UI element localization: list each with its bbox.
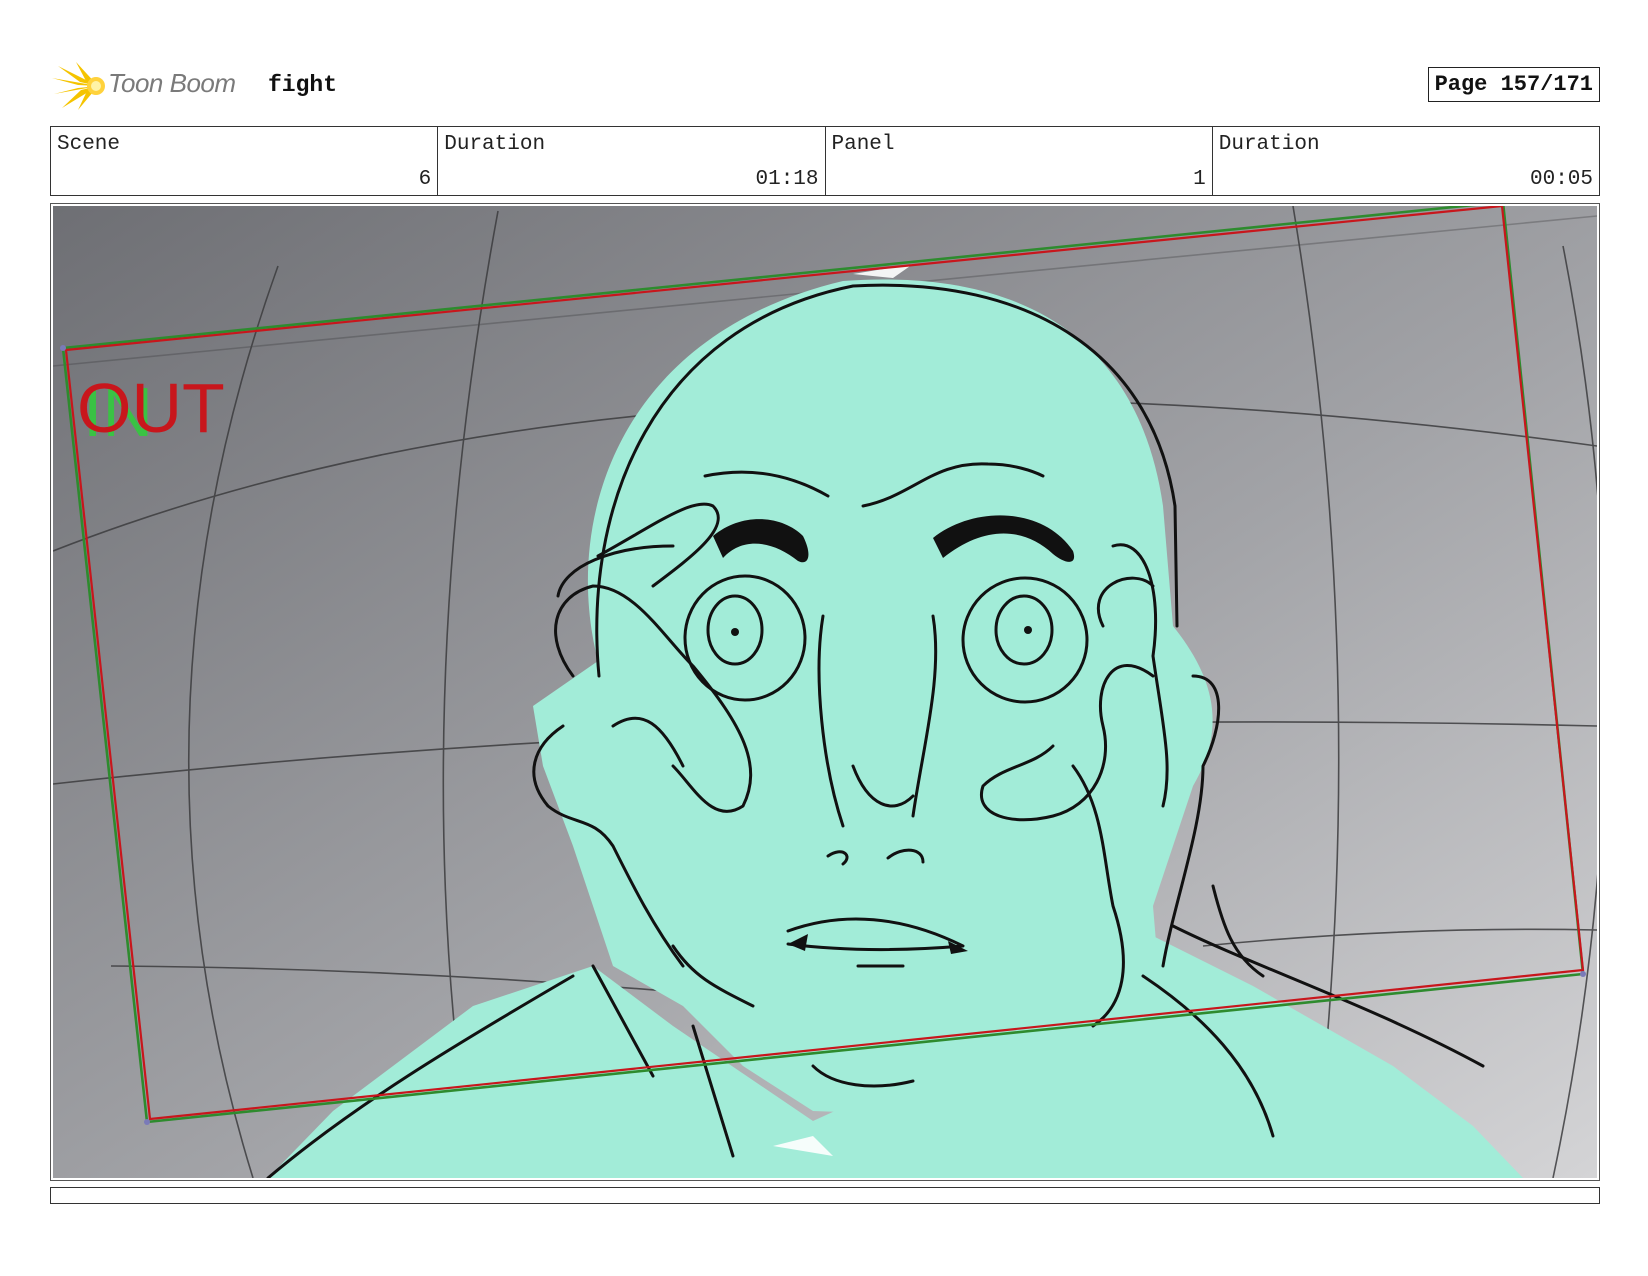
page-header: Toon Boom fight Page 157/171 [50,58,1600,114]
panel-drawing: IN OUT [53,206,1597,1178]
scene-info-table: Scene 6 Duration 01:18 Panel 1 Duration … [50,126,1600,196]
scene-value: 6 [418,168,432,191]
scene-cell: Scene 6 [51,127,439,195]
sunburst-icon [52,62,105,110]
toon-boom-logo: Toon Boom [50,58,260,114]
panel-cell: Panel 1 [826,127,1213,195]
scene-duration-cell: Duration 01:18 [438,127,826,195]
project-title: fight [268,72,338,98]
storyboard-panel-image: IN OUT [53,206,1597,1178]
camera-out-label: OUT [77,369,225,447]
scene-label: Scene [57,133,121,156]
scene-duration-value: 01:18 [755,168,819,191]
logo-text: Toon Boom [108,68,236,98]
panel-value: 1 [1193,168,1206,191]
panel-duration-value: 00:05 [1529,168,1593,191]
panel-duration-label: Duration [1218,133,1320,156]
panel-duration-cell: Duration 00:05 [1213,127,1599,195]
panel-label: Panel [831,133,895,156]
panel-notes-bar [50,1187,1600,1204]
page-indicator: Page 157/171 [1427,67,1600,102]
scene-duration-label: Duration [444,133,546,156]
